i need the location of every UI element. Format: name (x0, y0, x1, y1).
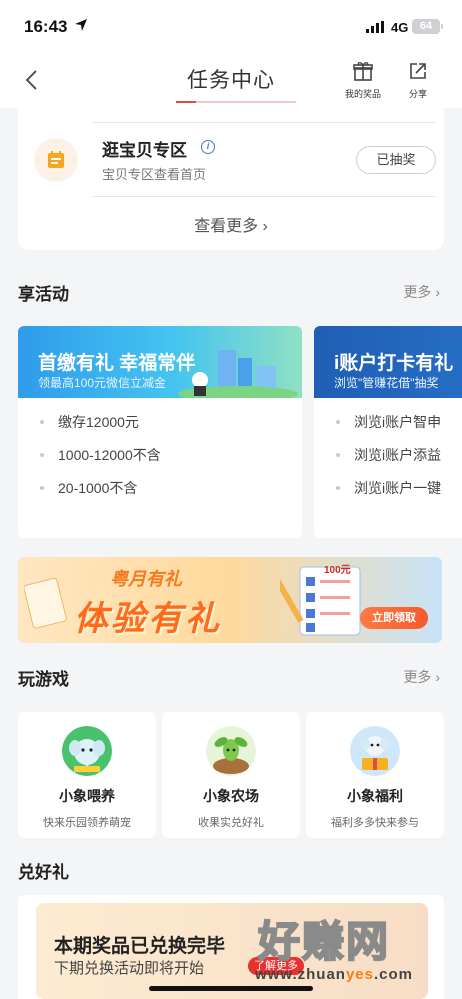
share-icon (410, 63, 426, 79)
list-item: 浏览i账户一键 (336, 478, 462, 511)
battery-icon: 64 (412, 19, 443, 34)
city-illustration-icon (178, 350, 298, 398)
list-item: 1000-12000不含 (40, 445, 302, 478)
activity-card[interactable]: i账户打卡有礼 浏览"管赚花借"抽奖 浏览i账户智申 浏览i账户添益 浏览i账户… (314, 326, 462, 538)
divider (92, 196, 436, 197)
info-icon[interactable]: i (201, 140, 215, 154)
game-desc: 快来乐园领养萌宠 (43, 817, 131, 829)
status-bar: 16:43 4G 64 (0, 0, 462, 52)
claim-button[interactable]: 立即领取 (360, 607, 428, 629)
games-heading: 玩游戏 (18, 670, 69, 689)
gift-elephant-icon (350, 726, 400, 776)
list-item: 缴存12000元 (40, 412, 302, 445)
elephant-icon (62, 726, 112, 776)
activity-banner: 首缴有礼 幸福常伴 领最高100元微信立减金 (18, 326, 302, 398)
watermark-url-suffix: .com (373, 966, 413, 983)
activities-more-link[interactable]: 更多 › (403, 282, 440, 302)
activity-items: 浏览i账户智申 浏览i账户添益 浏览i账户一键 (314, 398, 462, 511)
promo-badge: 100元 (324, 565, 351, 576)
gift-icon (353, 62, 373, 81)
sprout-icon (206, 726, 256, 776)
redeem-title: 本期奖品已兑换完毕 (54, 936, 226, 957)
home-indicator[interactable] (149, 986, 313, 991)
game-name: 小象福利 (347, 788, 403, 804)
activity-banner: i账户打卡有礼 浏览"管赚花借"抽奖 (314, 326, 462, 398)
watermark-url-prefix: www.zhuan (255, 966, 346, 983)
watermark-url: www.zhuanyes.com (255, 966, 413, 983)
promo-line2: 体验有礼 (74, 600, 222, 638)
task-icon-wrap (34, 138, 78, 182)
games-grid: 小象喂养 快来乐园领养萌宠 小象农场 收果实兑好礼 小象福利 福利多多快来参与 (18, 712, 444, 838)
share-label: 分享 (408, 89, 427, 99)
games-section-header: 玩游戏 更多 › (18, 665, 444, 690)
activities-carousel[interactable]: 首缴有礼 幸福常伴 领最高100元微信立减金 缴存12000元 1000-120… (18, 326, 462, 538)
redeem-heading: 兑好礼 (18, 863, 69, 882)
watermark-text: 好赚网 (257, 917, 391, 966)
task-card: 逛宝贝专区 i 宝贝专区查看首页 已抽奖 查看更多 › (18, 108, 444, 250)
game-card[interactable]: 小象喂养 快来乐园领养萌宠 (18, 712, 156, 838)
tab-indicator (176, 101, 296, 103)
network-type: 4G (391, 20, 409, 35)
redeem-section-header: 兑好礼 (18, 858, 444, 883)
list-item: 浏览i账户添益 (336, 445, 462, 478)
share-button[interactable]: 分享 (393, 60, 443, 100)
redeem-subtitle: 下期兑换活动即将开始 (54, 960, 205, 977)
calendar-icon (48, 151, 64, 168)
games-more-link[interactable]: 更多 › (403, 667, 440, 687)
activities-section-header: 享活动 更多 › (18, 280, 444, 305)
checklist-icon (280, 566, 361, 636)
nav-bar: 任务中心 我的奖品 分享 (0, 52, 462, 108)
task-status-button[interactable]: 已抽奖 (356, 146, 436, 174)
game-name: 小象喂养 (59, 788, 115, 804)
watermark-url-highlight: yes (345, 966, 374, 983)
game-card[interactable]: 小象农场 收果实兑好礼 (162, 712, 300, 838)
clock: 16:43 (24, 17, 68, 36)
promo-banner[interactable]: 粤月有礼 体验有礼 100元 立即领取 (18, 557, 442, 643)
activity-card[interactable]: 首缴有礼 幸福常伴 领最高100元微信立减金 缴存12000元 1000-120… (18, 326, 302, 538)
game-card[interactable]: 小象福利 福利多多快来参与 (306, 712, 444, 838)
task-subtitle: 宝贝专区查看首页 (102, 167, 207, 182)
activity-title: i账户打卡有礼 (334, 353, 454, 374)
activities-heading: 享活动 (18, 285, 69, 304)
promo-line1: 粤月有礼 (110, 569, 182, 589)
location-arrow-icon (75, 19, 87, 31)
divider (92, 122, 436, 123)
activity-subtitle: 浏览"管赚花借"抽奖 (334, 376, 439, 390)
task-title: 逛宝贝专区 (102, 141, 187, 160)
envelope-icon (24, 577, 67, 629)
activity-subtitle: 领最高100元微信立减金 (38, 376, 167, 390)
activity-items: 缴存12000元 1000-12000不含 20-1000不含 (18, 398, 302, 511)
game-desc: 福利多多快来参与 (331, 817, 419, 829)
list-item: 20-1000不含 (40, 478, 302, 511)
game-desc: 收果实兑好礼 (198, 817, 264, 829)
my-prizes-button[interactable]: 我的奖品 (338, 60, 388, 100)
signal-icon (366, 21, 384, 33)
list-item: 浏览i账户智申 (336, 412, 462, 445)
game-name: 小象农场 (203, 788, 259, 804)
view-more-link[interactable]: 查看更多 › (18, 212, 444, 236)
activity-title: 首缴有礼 幸福常伴 (38, 353, 196, 374)
my-prizes-label: 我的奖品 (344, 89, 381, 99)
